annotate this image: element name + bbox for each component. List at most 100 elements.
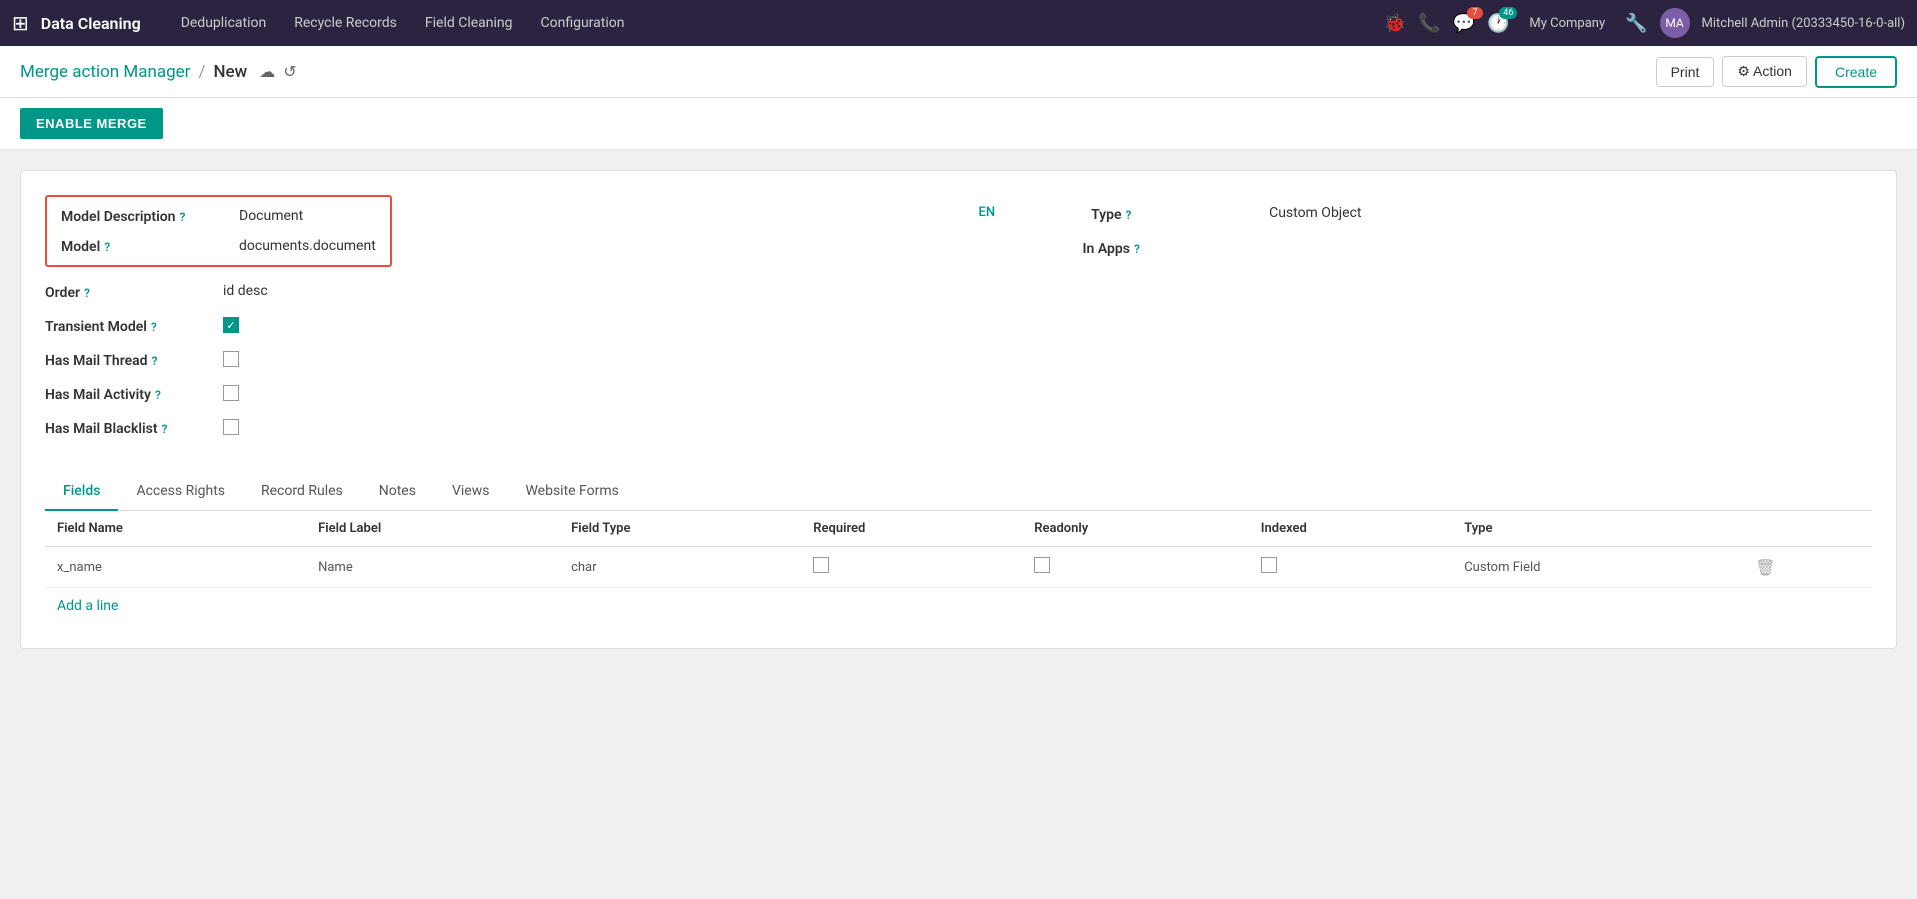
model-description-help[interactable]: ? (180, 210, 186, 224)
col-required: Required (801, 511, 1022, 547)
model-help[interactable]: ? (104, 240, 110, 254)
nav-field-cleaning[interactable]: Field Cleaning (413, 11, 525, 35)
main-content: Model Description ? Document Model ? doc… (0, 150, 1917, 899)
col-field-label: Field Label (306, 511, 559, 547)
tabs-list: Fields Access Rights Record Rules Notes … (45, 473, 1872, 510)
chat-icon[interactable]: 💬 7 (1453, 13, 1475, 34)
order-help[interactable]: ? (84, 286, 90, 300)
has-mail-thread-row: Has Mail Thread ? (45, 351, 939, 369)
enable-merge-button[interactable]: ENABLE MERGE (20, 108, 163, 139)
has-mail-thread-help[interactable]: ? (152, 354, 158, 368)
has-mail-thread-label: Has Mail Thread ? (45, 351, 215, 369)
tab-access-rights[interactable]: Access Rights (118, 473, 243, 511)
in-apps-label: In Apps ? (1083, 239, 1253, 257)
type-label: Type ? (1091, 205, 1261, 223)
breadcrumb-separator: / (198, 62, 205, 82)
create-button[interactable]: Create (1815, 56, 1897, 88)
cell-field-type: char (559, 547, 801, 588)
tab-fields[interactable]: Fields (45, 473, 118, 511)
discard-icon[interactable]: ↺ (283, 62, 296, 81)
model-description-row: Model Description ? Document Model ? doc… (45, 195, 939, 267)
col-indexed: Indexed (1249, 511, 1452, 547)
app-grid-icon[interactable]: ⊞ (12, 11, 29, 35)
col-actions (1743, 511, 1872, 547)
model-description-label: Model Description ? (61, 207, 231, 225)
has-mail-activity-label: Has Mail Activity ? (45, 385, 215, 403)
transient-model-label: Transient Model ? (45, 317, 215, 335)
tab-website-forms[interactable]: Website Forms (507, 473, 636, 511)
tab-notes[interactable]: Notes (361, 473, 434, 511)
has-mail-blacklist-row: Has Mail Blacklist ? (45, 419, 939, 437)
required-checkbox[interactable] (813, 557, 829, 573)
order-label: Order ? (45, 283, 215, 301)
add-line-button[interactable]: Add a line (45, 588, 130, 624)
fields-table: Field Name Field Label Field Type Requir… (45, 511, 1872, 588)
readonly-checkbox[interactable] (1034, 557, 1050, 573)
nav-deduplication[interactable]: Deduplication (169, 11, 279, 35)
cell-indexed[interactable] (1249, 547, 1452, 588)
nav-recycle-records[interactable]: Recycle Records (282, 11, 409, 35)
has-mail-thread-checkbox[interactable] (223, 351, 239, 367)
in-apps-help[interactable]: ? (1134, 242, 1140, 256)
user-name[interactable]: Mitchell Admin (20333450-16-0-all) (1702, 16, 1905, 31)
nav-icons-group: 🐞 📞 💬 7 🕐 46 My Company 🔧 MA Mitchell Ad… (1384, 8, 1905, 38)
transient-model-checkbox[interactable] (223, 317, 239, 333)
tab-record-rules[interactable]: Record Rules (243, 473, 361, 511)
indexed-checkbox[interactable] (1261, 557, 1277, 573)
clock-badge: 46 (1499, 7, 1517, 19)
form-right: EN Type ? Custom Object In Apps ? (939, 195, 1873, 453)
top-navigation: ⊞ Data Cleaning Deduplication Recycle Re… (0, 0, 1917, 46)
has-mail-activity-checkbox[interactable] (223, 385, 239, 401)
model-description-value: Document (239, 208, 376, 224)
cloud-save-icon[interactable]: ☁ (259, 62, 275, 81)
cell-field-name: x_name (45, 547, 306, 588)
transient-model-row: Transient Model ? (45, 317, 939, 335)
table-row: x_name Name char Custom Field 🗑 (45, 547, 1872, 588)
tabs-container: Fields Access Rights Record Rules Notes … (45, 473, 1872, 511)
avatar[interactable]: MA (1660, 8, 1690, 38)
breadcrumb-bar: Merge action Manager / New ☁ ↺ Print ⚙ A… (0, 46, 1917, 98)
nav-configuration[interactable]: Configuration (529, 11, 637, 35)
cell-type: Custom Field (1452, 547, 1743, 588)
lang-type-row: EN Type ? Custom Object (979, 205, 1873, 223)
col-field-name: Field Name (45, 511, 306, 547)
has-mail-blacklist-checkbox[interactable] (223, 419, 239, 435)
lang-badge[interactable]: EN (979, 205, 996, 220)
cell-delete[interactable]: 🗑 (1743, 547, 1872, 588)
form-columns: Model Description ? Document Model ? doc… (45, 195, 1872, 453)
add-line-section: Add a line (45, 588, 1872, 624)
order-value: id desc (223, 283, 939, 299)
breadcrumb-parent[interactable]: Merge action Manager (20, 62, 190, 82)
order-row: Order ? id desc (45, 283, 939, 301)
print-button[interactable]: Print (1656, 57, 1715, 87)
has-mail-activity-help[interactable]: ? (155, 388, 161, 402)
has-mail-blacklist-label: Has Mail Blacklist ? (45, 419, 215, 437)
cell-required[interactable] (801, 547, 1022, 588)
cell-field-label: Name (306, 547, 559, 588)
in-apps-row: In Apps ? (1083, 239, 1873, 257)
delete-row-icon[interactable]: 🗑 (1755, 558, 1775, 577)
has-mail-activity-row: Has Mail Activity ? (45, 385, 939, 403)
app-name: Data Cleaning (41, 14, 141, 33)
cell-readonly[interactable] (1022, 547, 1249, 588)
form-card: Model Description ? Document Model ? doc… (20, 170, 1897, 649)
enable-merge-bar: ENABLE MERGE (0, 98, 1917, 150)
has-mail-blacklist-help[interactable]: ? (162, 422, 168, 436)
chat-badge: 7 (1467, 7, 1483, 19)
model-label: Model ? (61, 237, 231, 255)
breadcrumb-actions: ☁ ↺ (259, 62, 296, 81)
model-highlight-box: Model Description ? Document Model ? doc… (45, 195, 392, 267)
col-type: Type (1452, 511, 1743, 547)
clock-icon[interactable]: 🕐 46 (1487, 13, 1509, 34)
settings-icon[interactable]: 🔧 (1625, 13, 1647, 34)
type-help[interactable]: ? (1126, 208, 1132, 222)
col-readonly: Readonly (1022, 511, 1249, 547)
company-name[interactable]: My Company (1529, 16, 1605, 31)
col-field-type: Field Type (559, 511, 801, 547)
phone-icon[interactable]: 📞 (1418, 13, 1440, 34)
action-button[interactable]: ⚙ Action (1722, 56, 1807, 87)
tab-views[interactable]: Views (434, 473, 508, 511)
form-left: Model Description ? Document Model ? doc… (45, 195, 939, 453)
bug-icon[interactable]: 🐞 (1384, 13, 1406, 34)
transient-model-help[interactable]: ? (151, 320, 157, 334)
